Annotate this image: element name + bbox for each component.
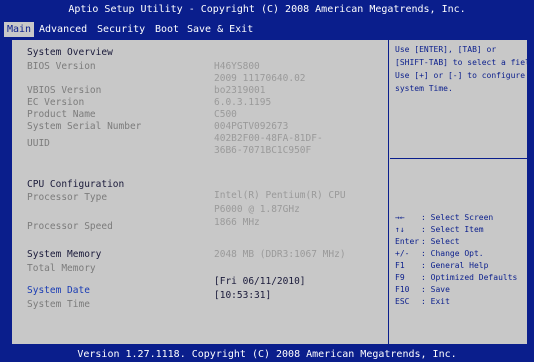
help-line-3: Use [+] or [-] to configure	[395, 71, 526, 80]
tab-save-exit[interactable]: Save & Exit	[184, 22, 256, 37]
bios-version-label: BIOS Version	[27, 61, 96, 72]
total-memory-label: Total Memory	[27, 263, 96, 274]
key-exit: ESC: Exit	[395, 297, 450, 306]
help-separator	[390, 158, 527, 159]
help-line-2: [SHIFT-TAB] to select a field	[395, 58, 534, 67]
cpu-configuration-heading: CPU Configuration	[27, 179, 125, 190]
vbios-version-value: bo2319001	[214, 85, 266, 96]
ec-version-label: EC Version	[27, 97, 85, 108]
processor-speed-value: 1866 MHz	[214, 217, 260, 228]
serial-number-label: System Serial Number	[27, 121, 142, 132]
key-select: Enter: Select	[395, 237, 460, 246]
processor-type-label: Processor Type	[27, 192, 108, 203]
processor-type-value-line1: Intel(R) Pentium(R) CPU	[214, 190, 346, 201]
window-title: Aptio Setup Utility - Copyright (C) 2008…	[0, 0, 534, 20]
processor-speed-label: Processor Speed	[27, 221, 113, 232]
uuid-value-line1: 402B2F00-48FA-81DF-	[214, 133, 323, 144]
tab-main[interactable]: Main	[4, 22, 35, 37]
key-optimized-defaults: F9: Optimized Defaults	[395, 273, 518, 282]
vbios-version-label: VBIOS Version	[27, 85, 102, 96]
key-change-opt: +/-: Change Opt.	[395, 249, 484, 258]
system-time-label[interactable]: System Time	[27, 299, 90, 310]
uuid-value-line2: 36B6-7071BC1C950F	[214, 145, 312, 156]
product-name-label: Product Name	[27, 109, 96, 120]
ec-version-value: 6.0.3.1195	[214, 97, 272, 108]
pane-divider	[388, 40, 389, 344]
serial-number-value: 004PGTV092673	[214, 121, 289, 132]
tab-security[interactable]: Security	[94, 22, 148, 37]
tab-boot[interactable]: Boot	[152, 22, 182, 37]
key-save: F10: Save	[395, 285, 450, 294]
system-time-value[interactable]: [10:53:31]	[214, 290, 271, 301]
system-date-label[interactable]: System Date	[27, 285, 90, 296]
menu-bar: Main Advanced Security Boot Save & Exit	[0, 20, 534, 39]
key-general-help: F1: General Help	[395, 261, 489, 270]
version-footer: Version 1.27.1118. Copyright (C) 2008 Am…	[0, 347, 534, 362]
help-line-1: Use [ENTER], [TAB] or	[395, 45, 497, 54]
product-name-value: C500	[214, 109, 237, 120]
bios-version-value: H46YS800	[214, 61, 260, 72]
help-pane: Use [ENTER], [TAB] or [SHIFT-TAB] to sel…	[390, 40, 534, 344]
bios-date-value: 2009 11170640.02	[214, 73, 306, 84]
system-date-value[interactable]: [Fri 06/11/2010]	[214, 276, 306, 287]
main-panel: System Overview BIOS Version H46YS800 20…	[11, 39, 534, 345]
processor-type-value-line2: P6000 @ 1.87GHz	[214, 204, 300, 215]
help-line-4: system Time.	[395, 84, 453, 93]
key-select-screen: →←: Select Screen	[395, 213, 494, 222]
uuid-label: UUID	[27, 138, 50, 149]
tab-advanced[interactable]: Advanced	[36, 22, 90, 37]
system-overview-heading: System Overview	[27, 47, 113, 58]
system-memory-heading: System Memory	[27, 249, 102, 260]
settings-pane: System Overview BIOS Version H46YS800 20…	[12, 40, 387, 344]
key-select-item: ↑↓: Select Item	[395, 225, 484, 234]
total-memory-value: 2048 MB (DDR3:1067 MHz)	[214, 249, 346, 260]
